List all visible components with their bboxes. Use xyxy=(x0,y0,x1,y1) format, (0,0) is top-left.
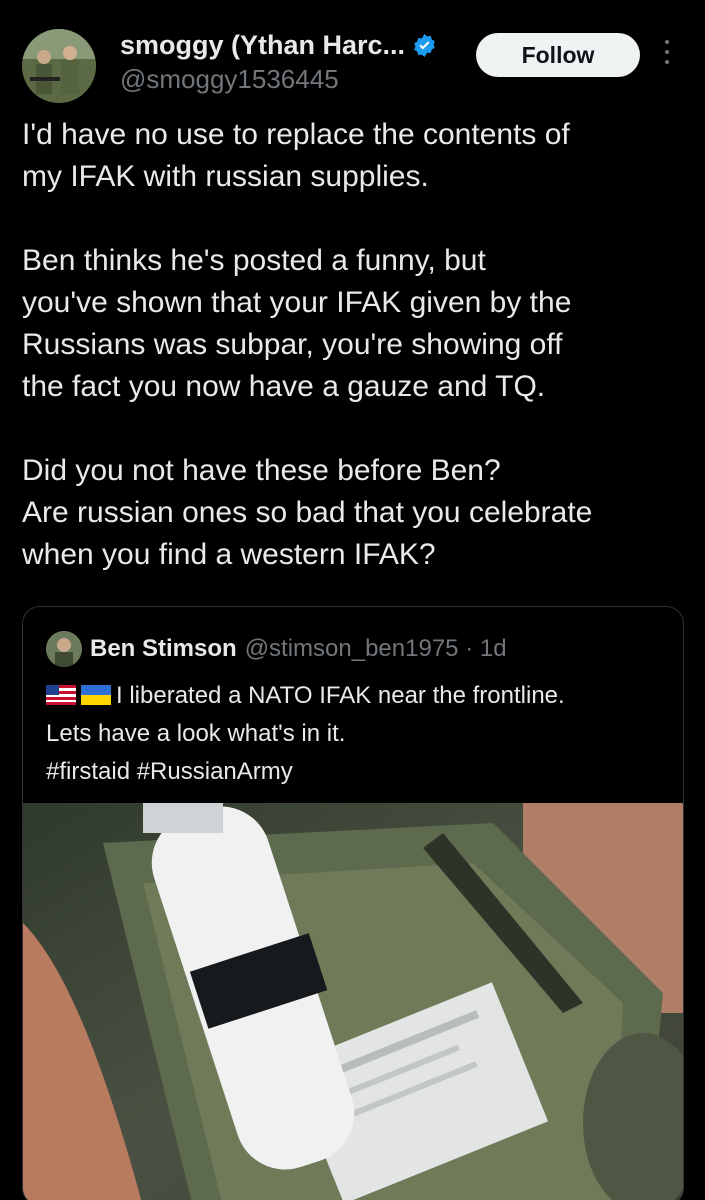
tweet-line: my IFAK with russian supplies. xyxy=(22,160,429,193)
tweet-line: the fact you now have a gauze and TQ. xyxy=(22,370,546,403)
quoted-line: I liberated a NATO IFAK near the frontli… xyxy=(116,682,565,709)
follow-button[interactable]: Follow xyxy=(476,33,640,77)
verified-badge-icon xyxy=(414,33,435,57)
ukraine-flag-icon xyxy=(81,685,111,705)
quoted-line: #firstaid #RussianArmy xyxy=(46,758,293,785)
tweet-line: Ben thinks he's posted a funny, but xyxy=(22,244,486,277)
tweet-line: Did you not have these before Ben? xyxy=(22,454,501,487)
author-avatar[interactable] xyxy=(22,29,96,103)
tweet-line: Russians was subpar, you're showing off xyxy=(22,328,563,361)
quoted-line: Lets have a look what's in it. xyxy=(46,720,346,747)
us-flag-icon xyxy=(46,685,76,705)
tweet-text: I'd have no use to replace the contents … xyxy=(22,114,687,576)
quoted-author-name[interactable]: Ben Stimson xyxy=(90,635,237,663)
author-display-name[interactable]: smoggy (Ythan Harc... xyxy=(120,28,405,62)
quoted-media-image[interactable] xyxy=(23,803,683,1200)
tweet-line: when you find a western IFAK? xyxy=(22,538,436,571)
tweet-header: smoggy (Ythan Harc... @smoggy1536445 Fol… xyxy=(22,26,685,103)
quoted-author-avatar[interactable] xyxy=(46,631,82,667)
more-vertical-icon[interactable] xyxy=(662,40,672,70)
quoted-tweet[interactable]: Ben Stimson @stimson_ben1975 · 1d I libe… xyxy=(22,606,684,1200)
author-handle[interactable]: @smoggy1536445 xyxy=(120,63,437,95)
quoted-author-handle-time[interactable]: @stimson_ben1975 · 1d xyxy=(245,635,507,663)
tweet-line: you've shown that your IFAK given by the xyxy=(22,286,572,319)
tweet-line: I'd have no use to replace the contents … xyxy=(22,118,570,151)
tweet-line: Are russian ones so bad that you celebra… xyxy=(22,496,593,529)
